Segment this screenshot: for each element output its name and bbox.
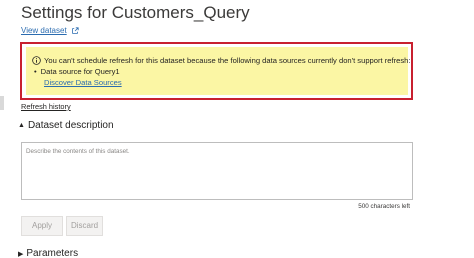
view-dataset-link-group[interactable]: View dataset xyxy=(21,26,79,35)
warning-message: You can't schedule refresh for this data… xyxy=(44,56,411,65)
dataset-description-heading: Dataset description xyxy=(27,120,114,131)
info-circle-icon xyxy=(32,56,41,65)
refresh-warning-box: You can't schedule refresh for this data… xyxy=(20,42,413,100)
data-source-list-item: • Data source for Query1 xyxy=(34,67,120,76)
data-source-name: Data source for Query1 xyxy=(40,67,120,76)
caret-up-icon: ▲ xyxy=(18,122,25,129)
character-count: 500 characters left xyxy=(358,203,410,210)
page-title: Settings for Customers_Query xyxy=(21,3,250,22)
left-edge-divider xyxy=(0,96,4,110)
apply-button[interactable]: Apply xyxy=(21,216,63,236)
caret-right-icon: ▶ xyxy=(18,250,24,258)
bullet-icon: • xyxy=(34,67,37,76)
parameters-heading: Parameters xyxy=(26,248,79,258)
refresh-warning-panel: You can't schedule refresh for this data… xyxy=(26,47,411,95)
dataset-description-toggle[interactable]: ▲ Dataset description xyxy=(18,120,114,131)
discover-data-sources-link[interactable]: Discover Data Sources xyxy=(44,78,122,87)
parameters-toggle[interactable]: ▶ Parameters xyxy=(18,248,78,258)
view-dataset-link[interactable]: View dataset xyxy=(21,26,67,35)
dataset-description-input[interactable] xyxy=(21,142,413,200)
discard-button[interactable]: Discard xyxy=(66,216,103,236)
external-link-icon xyxy=(71,26,79,34)
refresh-history-link[interactable]: Refresh history xyxy=(21,102,71,111)
